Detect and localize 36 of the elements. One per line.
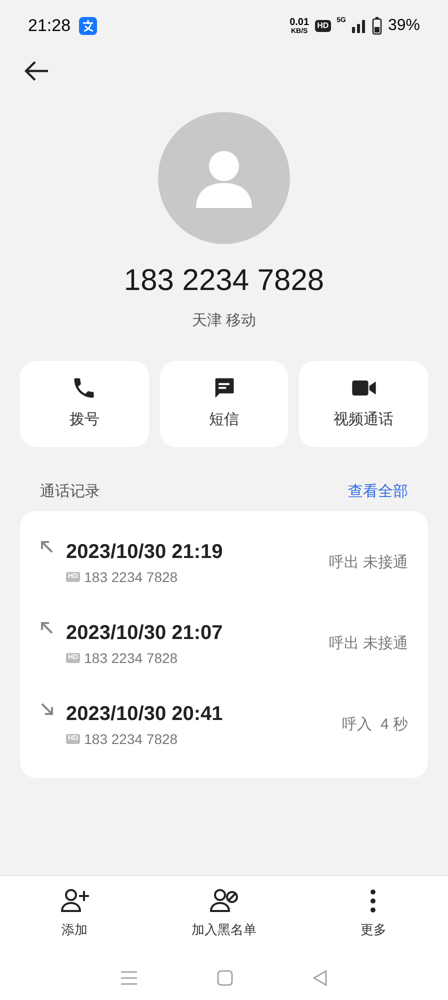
battery-level: 39%	[388, 16, 420, 36]
call-number: 183 2234 7828	[84, 730, 178, 748]
network-speed: 0.01	[290, 18, 310, 28]
call-number: 183 2234 7828	[84, 568, 178, 586]
location: 天津 移动	[192, 311, 256, 331]
action-button[interactable]: 拨号	[20, 360, 149, 446]
call-status: 呼出 未接通	[328, 634, 408, 654]
menu-icon[interactable]	[120, 970, 138, 986]
section-title: 通话记录	[40, 482, 100, 502]
call-status: 呼出 未接通	[328, 553, 408, 574]
call-number: 183 2234 7828	[84, 648, 178, 668]
call-time: 2023/10/30 21:19	[66, 540, 224, 564]
home-icon[interactable]	[216, 970, 233, 986]
outgoing-arrow-icon	[40, 540, 54, 554]
toolbar-button[interactable]: 添加	[0, 888, 150, 940]
block-person-icon	[208, 888, 239, 914]
call-time: 2023/10/30 21:07	[66, 620, 224, 646]
toolbar-button[interactable]: 更多	[298, 888, 448, 940]
view-all-link[interactable]: 查看全部	[348, 480, 408, 503]
toolbar-button[interactable]: 加入黑名单	[149, 888, 299, 940]
back-nav-icon[interactable]	[312, 970, 328, 986]
outgoing-arrow-icon	[40, 621, 54, 635]
action-button[interactable]: 视频通话	[299, 360, 428, 446]
action-button[interactable]: 短信	[160, 360, 288, 446]
add-person-icon	[60, 888, 90, 914]
signal-icon	[352, 19, 366, 33]
more-icon	[369, 888, 378, 914]
battery-icon	[372, 17, 382, 35]
incoming-arrow-icon	[40, 702, 54, 716]
hd-badge: HD	[315, 20, 331, 32]
clock: 21:28	[28, 15, 71, 38]
phone-number: 183 2234 7828	[124, 266, 324, 296]
app-notification-icon	[78, 17, 97, 35]
call-status: 呼入 4 秒	[342, 715, 408, 736]
back-icon[interactable]	[24, 60, 50, 82]
call-time: 2023/10/30 20:41	[66, 702, 224, 726]
